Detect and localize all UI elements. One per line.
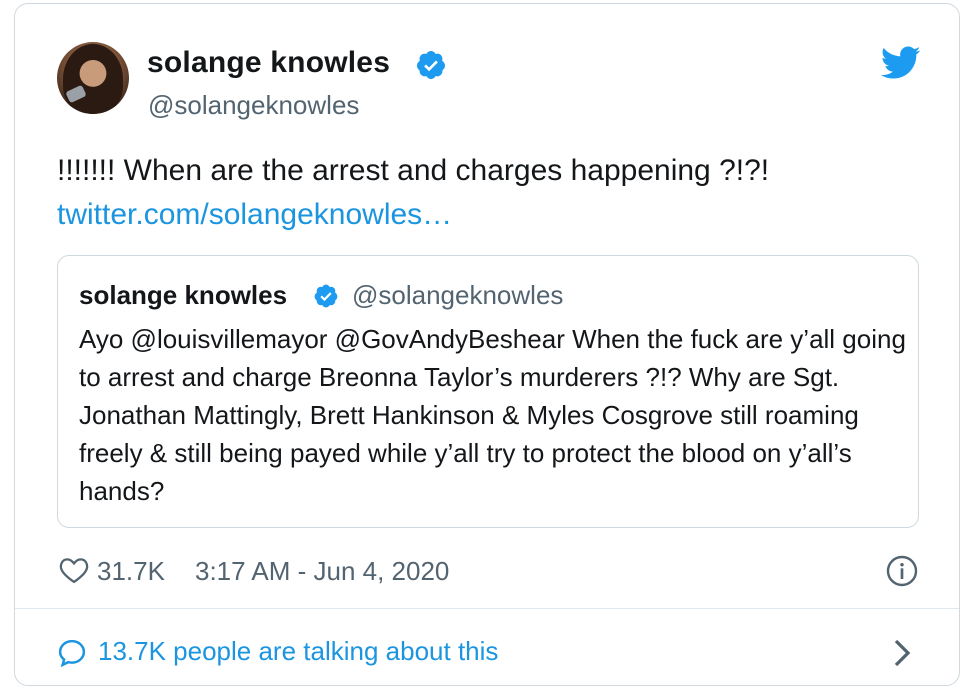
conversation-link[interactable]: 13.7K people are talking about this [98,636,498,667]
tweet-text: !!!!!!! When are the arrest and charges … [57,154,770,187]
quoted-author-display-name: solange knowles [79,280,288,310]
quoted-tweet[interactable]: solange knowles @solangeknowles Ayo @lou… [57,255,919,528]
heart-icon[interactable] [59,556,89,584]
info-icon[interactable] [886,555,918,587]
tweet-timestamp[interactable]: 3:17 AM - Jun 4, 2020 [195,556,449,587]
quoted-author-handle: @solangeknowles [352,280,564,310]
speech-bubble-icon[interactable] [57,638,87,668]
author-display-name[interactable]: solange knowles [147,46,390,80]
tweet-card[interactable]: solange knowles @solangeknowles !!!!!!! … [14,3,960,686]
author-handle[interactable]: @solangeknowles [148,90,359,121]
divider [15,608,959,609]
tweet-link[interactable]: twitter.com/solangeknowles… [57,193,452,237]
chevron-right-icon[interactable] [893,638,911,668]
verified-badge-icon [416,51,445,79]
verified-badge-icon [314,284,338,308]
like-count[interactable]: 31.7K [97,556,165,587]
twitter-bird-icon[interactable] [881,46,921,80]
avatar[interactable] [57,42,129,114]
quoted-tweet-text: Ayo @louisvillemayor @GovAndyBeshear Whe… [79,324,906,506]
